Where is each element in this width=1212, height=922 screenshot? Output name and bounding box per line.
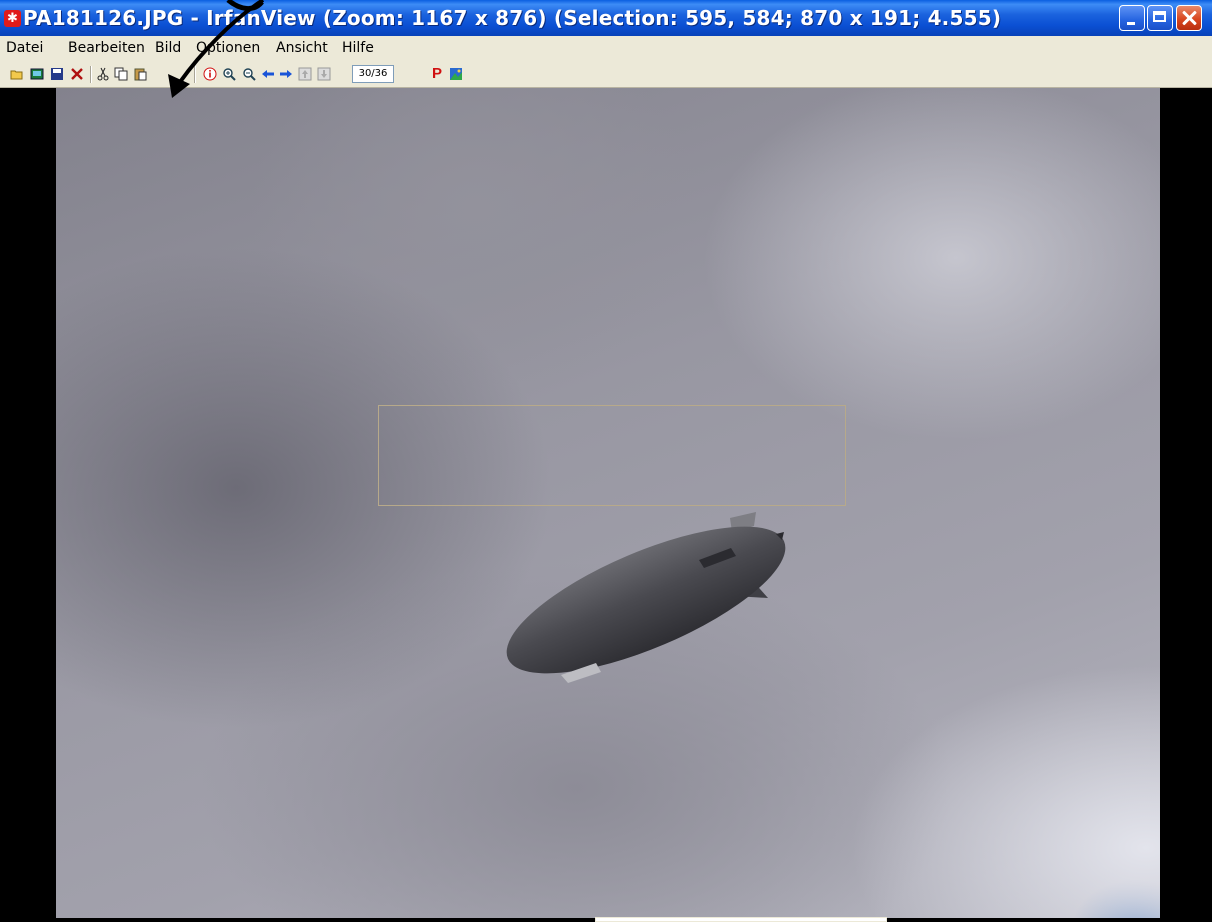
last-page-icon[interactable] — [317, 67, 331, 81]
toolbar: 30/36 P — [0, 62, 1212, 88]
menu-bild[interactable]: Bild — [155, 40, 181, 56]
delete-icon[interactable] — [70, 67, 84, 81]
zoom-out-icon[interactable] — [242, 67, 256, 81]
first-page-icon[interactable] — [298, 67, 312, 81]
photo-canvas[interactable] — [56, 88, 1160, 918]
irfanview-icon: ✱ — [4, 10, 21, 27]
copy-icon[interactable] — [114, 67, 128, 81]
airship-hull — [506, 526, 786, 674]
window-title: PA181126.JPG - IrfanView (Zoom: 1167 x 8… — [23, 6, 1002, 30]
next-icon[interactable] — [279, 67, 293, 81]
menu-hilfe[interactable]: Hilfe — [342, 40, 374, 56]
title-bar[interactable]: ✱ PA181126.JPG - IrfanView (Zoom: 1167 x… — [0, 0, 1212, 36]
menu-datei[interactable]: Datei — [6, 40, 43, 56]
menu-bearbeiten[interactable]: Bearbeiten — [68, 40, 145, 56]
previous-icon[interactable] — [261, 67, 275, 81]
open-icon[interactable] — [10, 67, 24, 81]
toolbar-separator — [90, 66, 92, 83]
save-icon[interactable] — [50, 67, 64, 81]
info-icon[interactable] — [203, 67, 217, 81]
close-button[interactable] — [1176, 5, 1202, 31]
status-cell — [595, 917, 887, 922]
minimize-button[interactable] — [1119, 5, 1145, 31]
cut-icon[interactable] — [96, 67, 110, 81]
toggle-icon[interactable] — [449, 67, 463, 81]
paste-icon[interactable] — [133, 67, 147, 81]
menu-ansicht[interactable]: Ansicht — [276, 40, 328, 56]
maximize-button[interactable] — [1147, 5, 1173, 31]
slideshow-icon[interactable] — [30, 67, 44, 81]
page-counter[interactable]: 30/36 — [352, 65, 394, 83]
image-viewer-area[interactable] — [0, 88, 1212, 922]
airship-image — [506, 512, 786, 683]
menu-optionen[interactable]: Optionen — [196, 40, 260, 56]
zoom-in-icon[interactable] — [222, 67, 236, 81]
toolbar-separator — [194, 66, 196, 83]
print-icon[interactable]: P — [430, 66, 444, 81]
menu-bar: Datei Bearbeiten Bild Optionen Ansicht H… — [0, 36, 1212, 62]
